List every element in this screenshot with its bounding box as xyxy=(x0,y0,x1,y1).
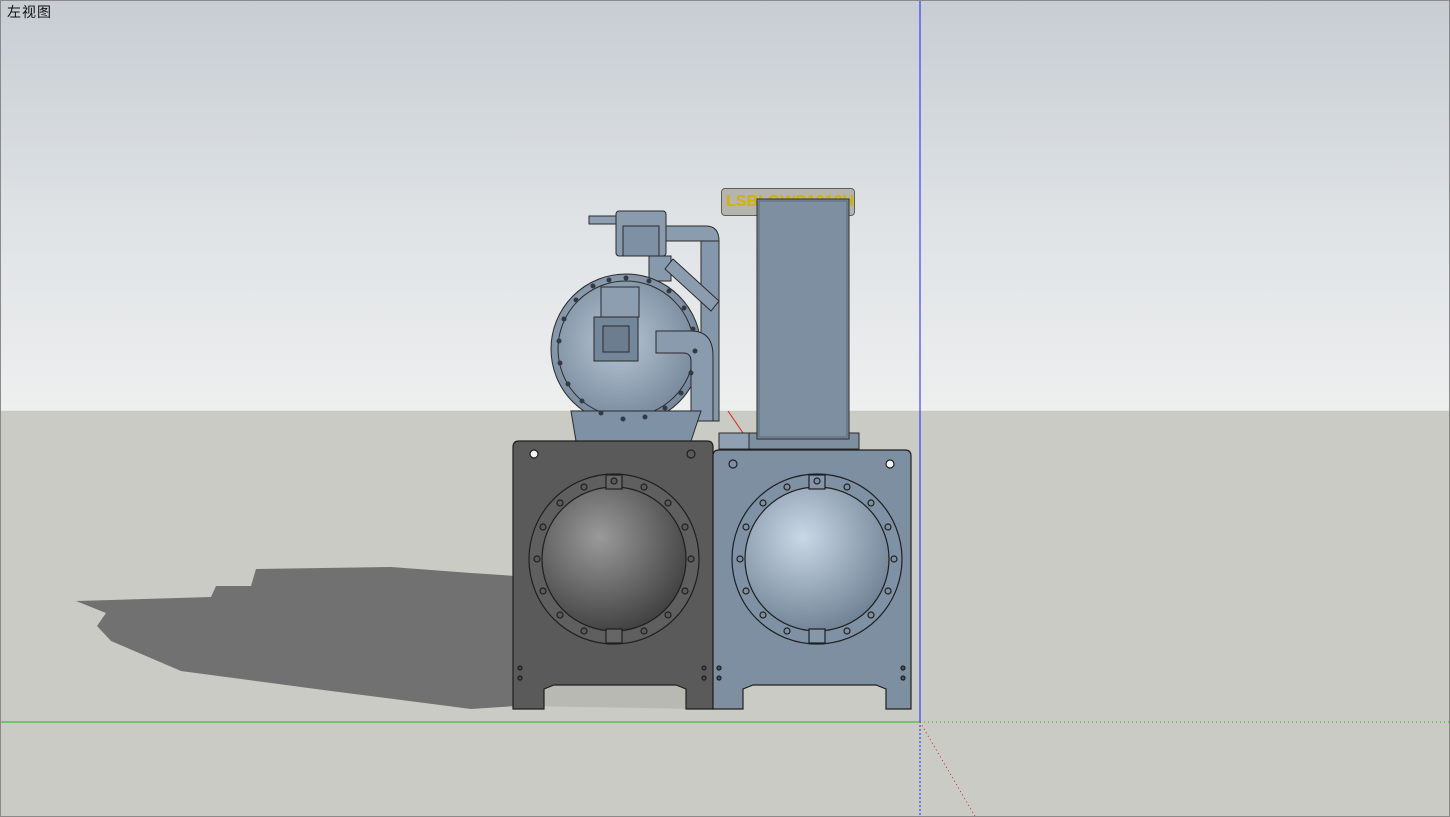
ground-shadow xyxy=(76,567,516,709)
compressor-assembly xyxy=(550,210,720,442)
model-name-text: LSBLGWD1010HDF xyxy=(726,193,855,210)
left-heat-exchanger xyxy=(512,440,714,710)
scene-label: 左视图 xyxy=(7,4,52,20)
model-name-tag: LSBLGWD1010HDF xyxy=(721,188,855,216)
chiller-model[interactable] xyxy=(1,1,1450,817)
red-axis-short xyxy=(727,410,744,434)
3d-viewport[interactable]: LSBLGWD1010HDF 左视图 xyxy=(0,0,1450,817)
right-heat-exchanger xyxy=(712,449,912,710)
control-cabinet xyxy=(718,198,860,450)
red-axis xyxy=(919,721,976,816)
